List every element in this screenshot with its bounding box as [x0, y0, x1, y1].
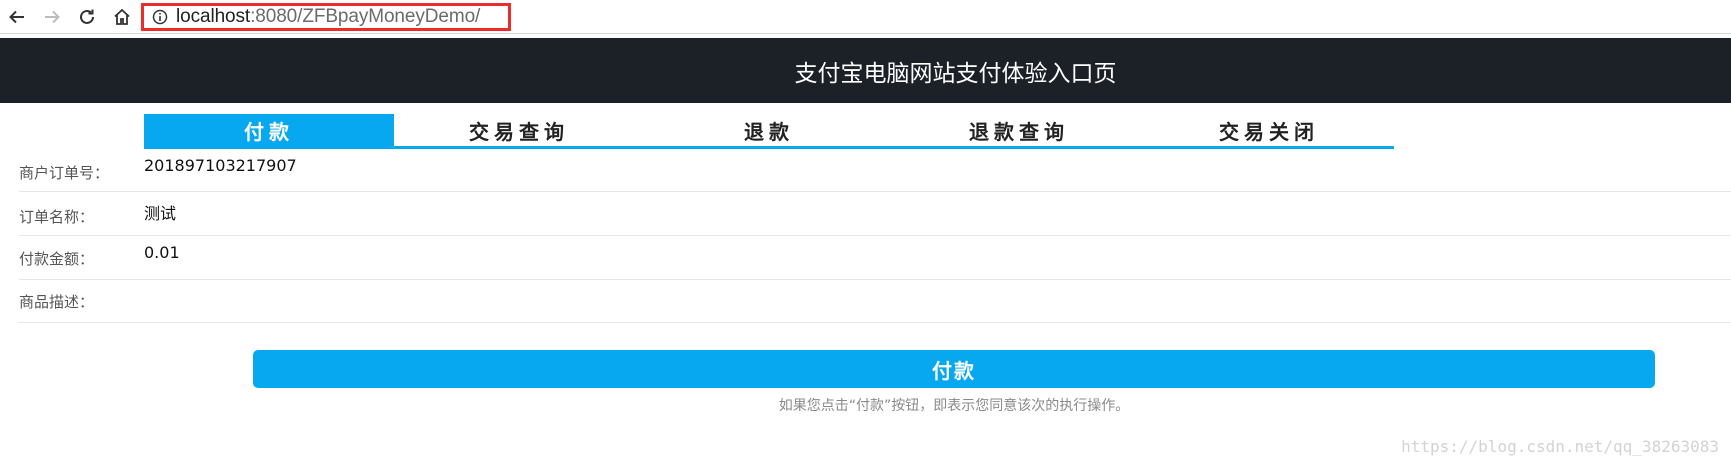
description-label: 商品描述：: [19, 293, 95, 311]
amount-row: 付款金额： 0.01: [19, 236, 1731, 280]
pay-button[interactable]: 付款: [253, 350, 1655, 388]
pay-notice: 如果您点击“付款”按钮，即表示您同意该次的执行操作。: [778, 398, 1130, 414]
amount-field[interactable]: 0.01: [144, 243, 180, 262]
url-host: localhost: [176, 6, 251, 27]
address-bar[interactable]: localhost:8080/ZFBpayMoneyDemo/: [141, 3, 511, 31]
page-title: 支付宝电脑网站支付体验入口页: [794, 60, 1117, 87]
tab-pay[interactable]: 付款: [144, 114, 394, 146]
info-icon[interactable]: [152, 9, 168, 25]
order-no-label: 商户订单号：: [19, 164, 110, 182]
order-name-row: 订单名称： 测试: [19, 192, 1731, 236]
order-name-field[interactable]: 测试: [144, 200, 176, 224]
url-path: :8080/ZFBpayMoneyDemo/: [250, 6, 481, 27]
tab-trade-query[interactable]: 交易查询: [394, 114, 644, 146]
home-icon[interactable]: [110, 5, 134, 29]
tab-trade-close[interactable]: 交易关闭: [1144, 114, 1394, 146]
order-no-field[interactable]: 201897103217907: [144, 156, 297, 175]
reload-icon[interactable]: [75, 5, 99, 29]
order-name-label: 订单名称：: [19, 208, 95, 226]
page-header: 支付宝电脑网站支付体验入口页: [0, 38, 1731, 103]
tab-refund-query[interactable]: 退款查询: [894, 114, 1144, 146]
browser-toolbar: localhost:8080/ZFBpayMoneyDemo/: [0, 0, 1731, 34]
tab-refund[interactable]: 退款: [644, 114, 894, 146]
watermark: https://blog.csdn.net/qq_38263083: [1401, 437, 1719, 456]
amount-label: 付款金额：: [19, 250, 95, 268]
tab-bar: 付款 交易查询 退款 退款查询 交易关闭: [144, 114, 1394, 149]
url-text: localhost:8080/ZFBpayMoneyDemo/: [176, 6, 480, 28]
description-row: 商品描述：: [19, 279, 1731, 323]
forward-arrow-icon[interactable]: [40, 5, 64, 29]
back-arrow-icon[interactable]: [5, 5, 29, 29]
order-no-row: 商户订单号： 201897103217907: [19, 148, 1731, 192]
